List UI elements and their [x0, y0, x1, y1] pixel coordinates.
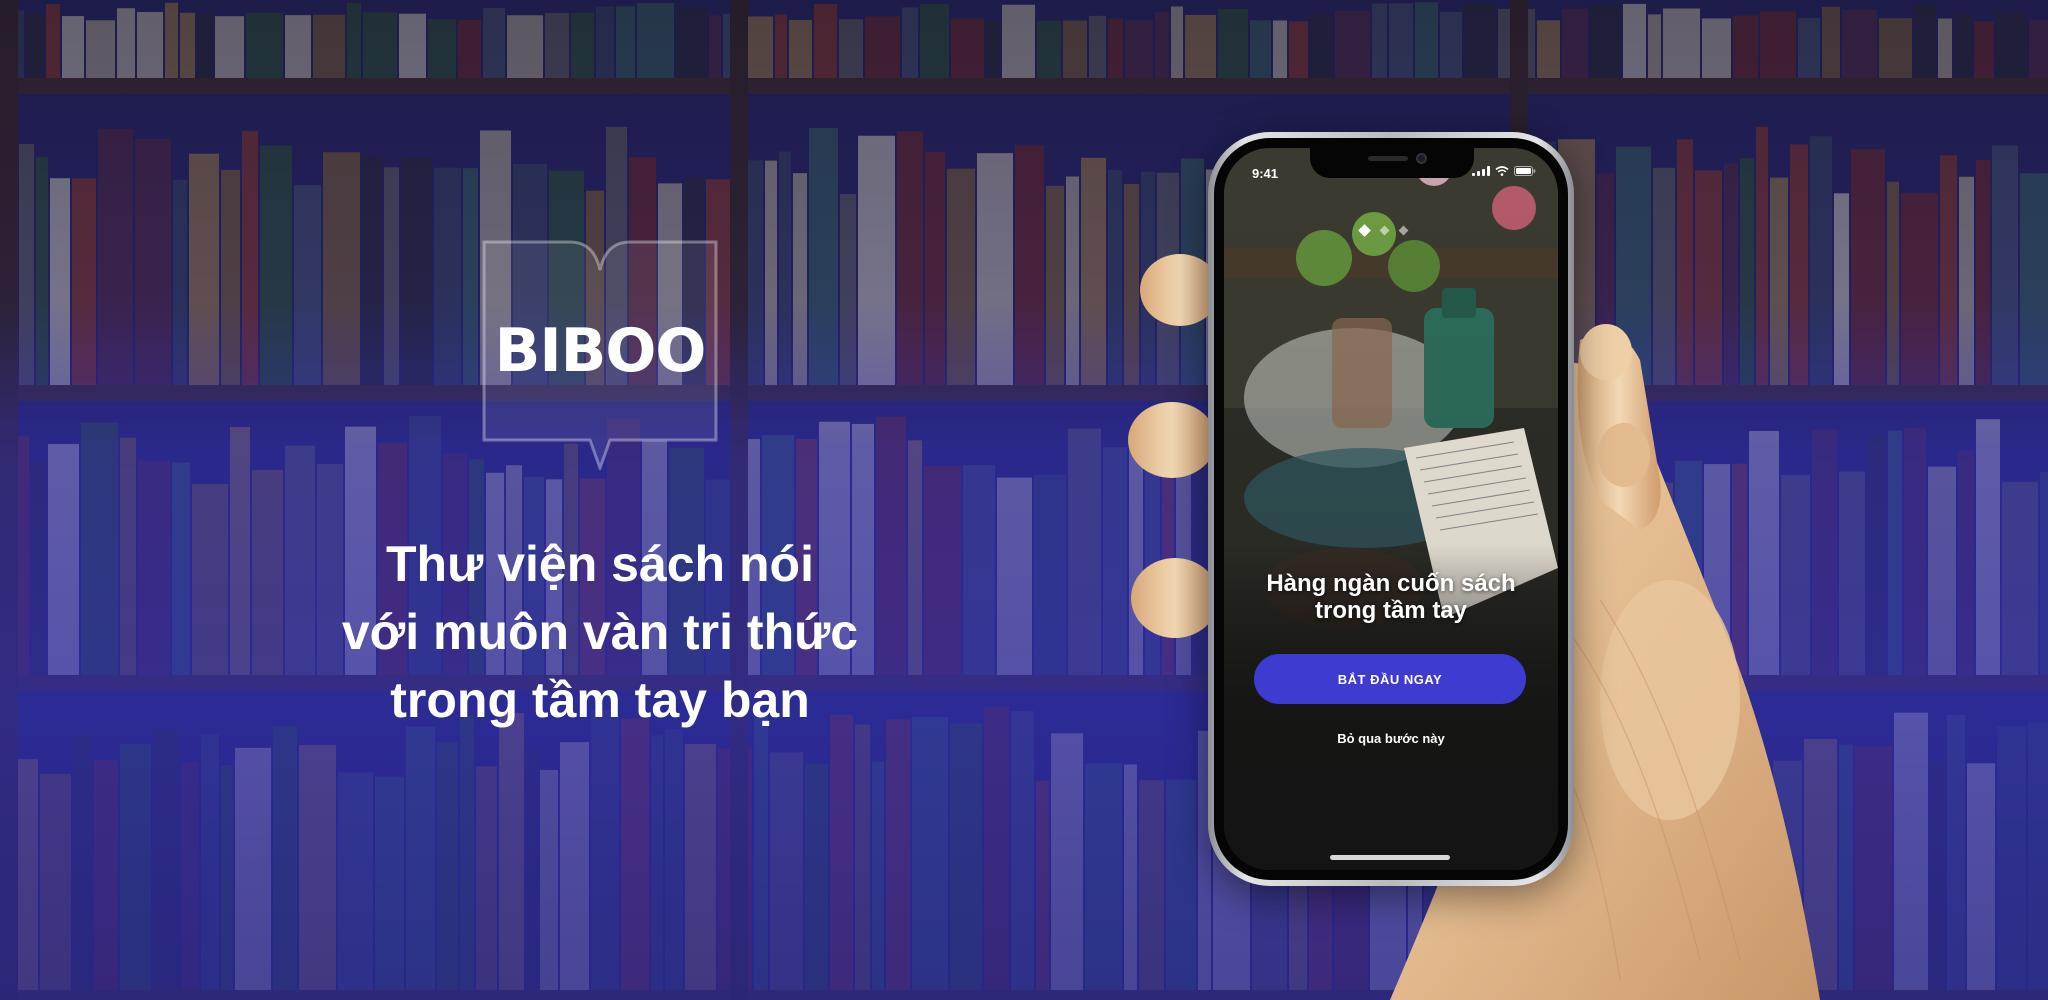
- onboarding-title-line-1: Hàng ngàn cuốn sách: [1266, 570, 1516, 597]
- carousel-dot[interactable]: [1358, 224, 1371, 237]
- status-bar-time: 9:41: [1252, 166, 1279, 181]
- carousel-dot[interactable]: [1379, 225, 1390, 236]
- front-camera: [1416, 153, 1427, 164]
- app-onboarding-screen: 9:41 Hàng ngàn cuốn sách trong tầm tay B…: [1224, 148, 1558, 870]
- purple-overlay: [0, 0, 2048, 1000]
- bookshelf-background: [0, 0, 2048, 1000]
- carousel-dot[interactable]: [1398, 225, 1409, 236]
- onboarding-title: Hàng ngàn cuốn sách trong tầm tay: [1224, 570, 1558, 624]
- brand-name: BIBOO: [494, 316, 707, 386]
- tagline-line-1: Thư viện sách nói: [386, 536, 814, 592]
- smartphone-mockup: 9:41 Hàng ngàn cuốn sách trong tầm tay B…: [1208, 132, 1574, 886]
- phone-notch: [1310, 148, 1474, 178]
- home-indicator[interactable]: [1330, 855, 1450, 860]
- tagline-line-2: với muôn vàn tri thức: [341, 604, 859, 660]
- start-now-button[interactable]: BẮT ĐẦU NGAY: [1254, 654, 1526, 704]
- carousel-indicator[interactable]: [1358, 224, 1409, 237]
- status-bar-icons: [1472, 166, 1536, 176]
- battery-icon: [1514, 166, 1536, 176]
- skip-step-link[interactable]: Bỏ qua bước này: [1224, 731, 1558, 746]
- biboo-logo: BIBOO: [482, 240, 718, 470]
- onboarding-background-photo: [1224, 148, 1558, 870]
- onboarding-title-line-2: trong tầm tay: [1314, 597, 1467, 624]
- speaker-grille: [1368, 156, 1408, 161]
- hero-tagline: Thư viện sách nói với muôn vàn tri thức …: [260, 530, 940, 734]
- wifi-icon: [1495, 166, 1509, 176]
- tagline-line-3: trong tầm tay bạn: [390, 672, 810, 728]
- signal-icon: [1472, 166, 1490, 176]
- phone-bezel: 9:41 Hàng ngàn cuốn sách trong tầm tay B…: [1214, 138, 1568, 880]
